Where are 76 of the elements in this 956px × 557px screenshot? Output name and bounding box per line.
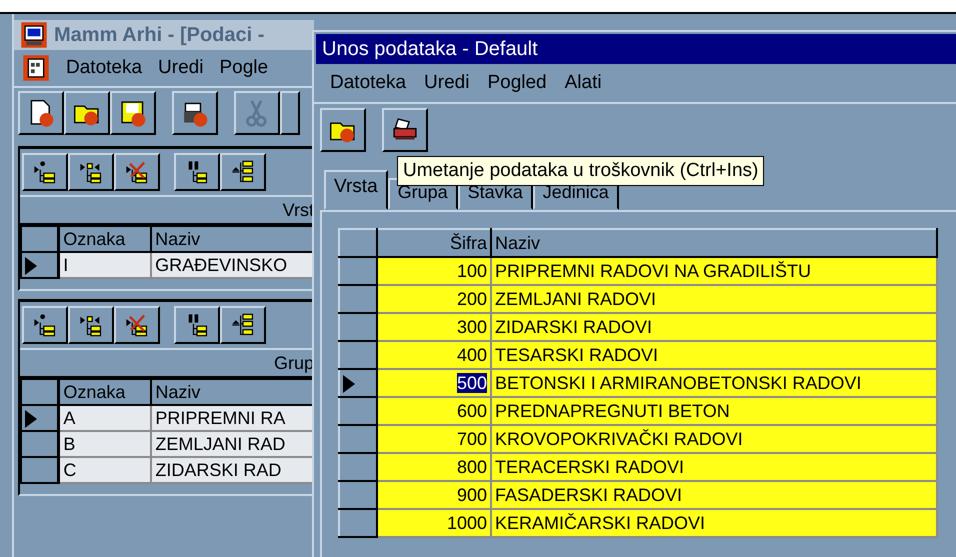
window-title: Unos podataka - Default <box>316 34 956 64</box>
table-cell: ZIDARSKI RADOVI <box>491 313 937 341</box>
table-cell: C <box>58 457 152 483</box>
row-indicator[interactable] <box>21 431 59 457</box>
toolbar-button[interactable] <box>320 108 366 152</box>
header-cell <box>21 226 59 252</box>
table-cell: 1000 <box>377 509 491 537</box>
toolbar-button[interactable] <box>64 91 110 135</box>
toolbar-button[interactable] <box>174 153 220 191</box>
add-record-icon <box>32 312 58 338</box>
menu-item[interactable]: Uredi <box>158 57 204 79</box>
sort-icon <box>230 159 256 185</box>
table-cell: 700 <box>377 425 491 453</box>
toolbar-button[interactable] <box>220 306 266 344</box>
toolbar-button[interactable] <box>114 306 160 344</box>
table-cell: 600 <box>377 397 491 425</box>
header-cell <box>339 229 377 257</box>
table-cell: TESARSKI RADOVI <box>491 341 937 369</box>
table-cell: PRIPREMNI RADOVI NA GRADILIŠTU <box>491 257 937 285</box>
table-cell: 200 <box>377 285 491 313</box>
toolbar-button[interactable] <box>22 153 68 191</box>
window-title: Mamm Arhi - [Podaci - <box>54 24 264 46</box>
menu-item[interactable]: Pogled <box>487 72 547 94</box>
table-cell: I <box>58 252 152 278</box>
table-cell: 900 <box>377 481 491 509</box>
table-cell: PREDNAPREGNUTI BETON <box>491 397 937 425</box>
toolbar-button[interactable] <box>18 91 64 135</box>
sort-icon <box>230 312 256 338</box>
toolbar-button[interactable] <box>280 91 300 135</box>
toolbar-button[interactable] <box>110 91 156 135</box>
menu-item[interactable]: Datoteka <box>330 72 406 94</box>
table-cell: GRAĐEVINSKO <box>151 252 313 278</box>
table-cell: FASADERSKI RADOVI <box>491 481 937 509</box>
table-cell: ZIDARSKI RAD <box>151 457 313 483</box>
table-cell: PRIPREMNI RA <box>151 405 313 431</box>
toolbar-button[interactable] <box>68 306 114 344</box>
menu-item[interactable]: Uredi <box>424 72 470 94</box>
document-icon <box>22 54 50 82</box>
column-header[interactable]: Šifra <box>377 229 491 257</box>
delete-record-icon <box>124 159 150 185</box>
menu-item[interactable]: Pogle <box>219 57 268 79</box>
toolbar-button[interactable] <box>68 153 114 191</box>
computer-icon <box>20 21 48 49</box>
table-cell: KROVOPOKRIVAČKI RADOVI <box>491 425 937 453</box>
column-header[interactable]: Naziv <box>491 229 937 257</box>
delete-record-icon <box>124 312 150 338</box>
tooltip: Umetanje podataka u troškovnik (Ctrl+Ins) <box>397 156 764 186</box>
table-cell: BETONSKI I ARMIRANOBETONSKI RADOVI <box>491 369 937 397</box>
toolbar-button[interactable] <box>382 108 428 152</box>
toolbar-button[interactable] <box>220 153 266 191</box>
toolbar-button[interactable] <box>174 306 220 344</box>
table-cell: A <box>58 405 152 431</box>
menu-item[interactable]: Alati <box>564 72 602 94</box>
table-cell: 800 <box>377 453 491 481</box>
table-cell: TERACERSKI RADOVI <box>491 453 937 481</box>
toolbar-button[interactable] <box>234 91 280 135</box>
panel-caption: Vrst <box>20 195 314 225</box>
table-cell: ZEMLJANI RADOVI <box>491 285 937 313</box>
toolbar-button[interactable] <box>114 153 160 191</box>
row-indicator[interactable] <box>21 457 59 483</box>
row-indicator[interactable] <box>21 252 59 278</box>
table-cell: 400 <box>377 341 491 369</box>
selected-text: 500 <box>456 372 487 392</box>
table-cell: KERAMIČARSKI RADOVI <box>491 509 937 537</box>
row-indicator[interactable] <box>21 405 59 431</box>
panel-caption: Grup <box>20 348 314 378</box>
tab[interactable]: Vrsta <box>324 170 388 210</box>
menu-item[interactable]: Datoteka <box>66 57 142 79</box>
table-cell: B <box>58 431 152 457</box>
table-cell: 300 <box>377 313 491 341</box>
header-cell <box>21 379 59 405</box>
toolbar-button[interactable] <box>22 306 68 344</box>
add-record-icon <box>32 159 58 185</box>
table-cell: ZEMLJANI RAD <box>151 431 313 457</box>
table-cell: 100 <box>377 257 491 285</box>
toolbar-button[interactable] <box>172 91 218 135</box>
